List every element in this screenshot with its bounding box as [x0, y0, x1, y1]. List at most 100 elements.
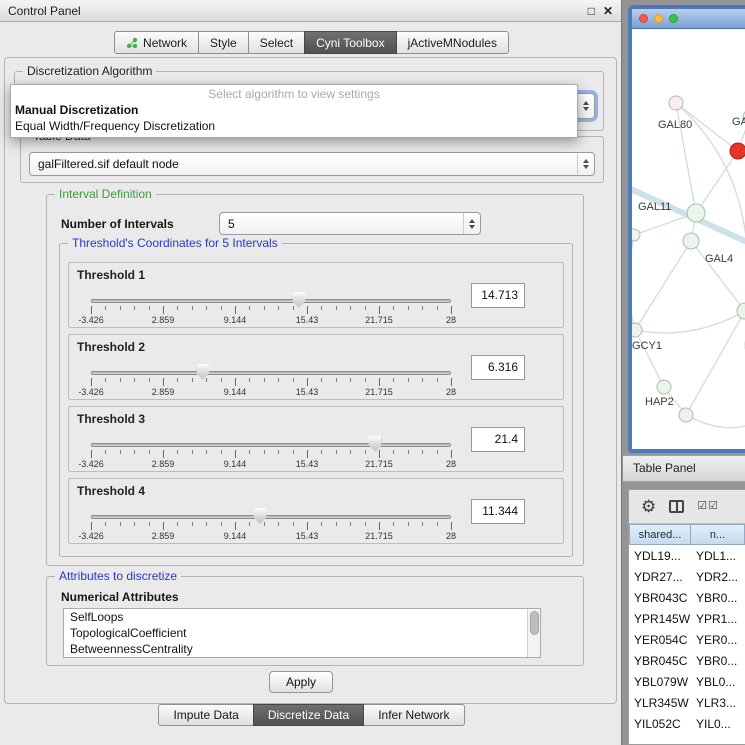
- tick-mark: [321, 306, 322, 310]
- tick-label: 9.144: [224, 387, 247, 397]
- network-window-titlebar[interactable]: [632, 9, 745, 29]
- tick-mark: [134, 378, 135, 382]
- tab-label: Select: [260, 36, 293, 50]
- list-scrollbar[interactable]: [527, 609, 540, 657]
- tick-mark: [365, 522, 366, 526]
- tick-mark: [264, 378, 265, 382]
- numerical-attributes-list[interactable]: SelfLoopsTopologicalCoefficientBetweenne…: [63, 608, 541, 658]
- table-row[interactable]: YBR045CYBR0...: [629, 650, 745, 671]
- tab-cyni-toolbox[interactable]: Cyni Toolbox: [304, 31, 396, 54]
- table-panel-titlebar: Table Panel: [623, 455, 745, 482]
- table-row[interactable]: YBR043CYBR0...: [629, 587, 745, 608]
- tick-mark: [120, 522, 121, 526]
- table-row[interactable]: YBL079WYBL0...: [629, 671, 745, 692]
- select-all-checkboxes-icon[interactable]: ☑☑: [697, 501, 719, 512]
- threshold-panel: Threshold 3 -3.4262.8599.14415.4321.7152…: [68, 406, 564, 472]
- number-of-intervals-label: Number of Intervals: [61, 217, 174, 231]
- attribute-list-item[interactable]: BetweennessCentrality: [64, 641, 540, 657]
- tick-label: 21.715: [365, 315, 393, 325]
- settings-gear-icon[interactable]: ⚙: [641, 498, 656, 515]
- threshold-slider[interactable]: -3.4262.8599.14415.4321.71528: [91, 291, 451, 327]
- threshold-value-field[interactable]: 11.344: [471, 499, 525, 524]
- tab-impute-data[interactable]: Impute Data: [158, 704, 253, 726]
- threshold-value-field[interactable]: 6.316: [471, 355, 525, 380]
- column-header[interactable]: n...: [691, 524, 745, 545]
- apply-button[interactable]: Apply: [269, 671, 333, 693]
- network-canvas[interactable]: GAL80GAGAL11GAL4GCY1HAP2H: [632, 29, 745, 449]
- tick-mark: [422, 306, 423, 310]
- node-label: GAL4: [705, 253, 733, 265]
- threshold-slider[interactable]: -3.4262.8599.14415.4321.71528: [91, 363, 451, 399]
- table-row[interactable]: YDL19...YDL1...: [629, 545, 745, 566]
- tab-infer-network[interactable]: Infer Network: [363, 704, 464, 726]
- threshold-slider[interactable]: -3.4262.8599.14415.4321.71528: [91, 507, 451, 543]
- tick-mark: [379, 378, 380, 386]
- zoom-traffic-light-icon[interactable]: [669, 14, 678, 23]
- network-node[interactable]: [669, 96, 683, 110]
- tick-mark: [206, 306, 207, 310]
- group-title: Threshold's Coordinates for 5 Intervals: [68, 236, 282, 250]
- columns-icon[interactable]: [669, 500, 684, 513]
- tick-mark: [293, 450, 294, 454]
- table-row[interactable]: YPR145WYPR1...: [629, 608, 745, 629]
- threshold-label: Threshold 3: [77, 412, 145, 426]
- threshold-value-field[interactable]: 21.4: [471, 427, 525, 452]
- close-traffic-light-icon[interactable]: [639, 14, 648, 23]
- tab-style[interactable]: Style: [198, 31, 249, 54]
- table-data-combobox[interactable]: galFiltered.sif default node: [29, 152, 595, 176]
- tab-select[interactable]: Select: [248, 31, 305, 54]
- slider-track[interactable]: [91, 515, 451, 519]
- table-row[interactable]: YLR345WYLR3...: [629, 692, 745, 713]
- tab-label: Cyni Toolbox: [316, 36, 384, 50]
- threshold-value-field[interactable]: 14.713: [471, 283, 525, 308]
- table-row[interactable]: YDR27...YDR2...: [629, 566, 745, 587]
- attribute-list-item[interactable]: SelfLoops: [64, 609, 540, 625]
- tab-network[interactable]: Network: [114, 31, 199, 54]
- network-node[interactable]: [657, 380, 671, 394]
- attribute-list-item[interactable]: TopologicalCoefficient: [64, 625, 540, 641]
- tick-mark: [393, 378, 394, 382]
- close-window-icon[interactable]: ✕: [603, 5, 613, 17]
- control-panel-window: Control Panel □ ✕ Network Style Select C…: [0, 0, 622, 745]
- tick-mark: [350, 306, 351, 310]
- network-node[interactable]: [730, 143, 745, 159]
- network-node[interactable]: [687, 204, 705, 222]
- network-node[interactable]: [632, 229, 640, 241]
- tick-mark: [336, 450, 337, 454]
- dropdown-option-manual-discretization[interactable]: Manual Discretization: [11, 102, 577, 118]
- slider-track[interactable]: [91, 371, 451, 375]
- tick-mark: [91, 378, 92, 386]
- threshold-panel: Threshold 4 -3.4262.8599.14415.4321.7152…: [68, 478, 564, 544]
- tab-jactivemodules[interactable]: jActiveMNodules: [396, 31, 509, 54]
- table-row[interactable]: YER054CYER0...: [629, 629, 745, 650]
- tick-label: 2.859: [152, 459, 175, 469]
- slider-track[interactable]: [91, 299, 451, 303]
- minimize-traffic-light-icon[interactable]: [654, 14, 663, 23]
- network-node[interactable]: [632, 323, 642, 337]
- threshold-slider[interactable]: -3.4262.8599.14415.4321.71528: [91, 435, 451, 471]
- tick-label: 2.859: [152, 387, 175, 397]
- slider-track[interactable]: [91, 443, 451, 447]
- tab-label: Style: [210, 36, 237, 50]
- tick-mark: [451, 378, 452, 386]
- tick-label: 28: [446, 387, 456, 397]
- tab-discretize-data[interactable]: Discretize Data: [253, 704, 364, 726]
- control-panel-titlebar: Control Panel □ ✕: [0, 0, 621, 22]
- dropdown-option-equal-width-frequency[interactable]: Equal Width/Frequency Discretization: [11, 118, 577, 134]
- tick-mark: [350, 450, 351, 454]
- float-window-icon[interactable]: □: [588, 5, 595, 17]
- network-node[interactable]: [683, 233, 699, 249]
- table-cell: YDL1...: [691, 549, 736, 563]
- column-header[interactable]: shared...: [629, 524, 691, 545]
- number-of-intervals-combobox[interactable]: 5: [219, 212, 481, 235]
- network-node[interactable]: [679, 408, 693, 422]
- network-node[interactable]: [737, 303, 745, 319]
- tick-label: -3.426: [78, 387, 104, 397]
- tick-mark: [408, 522, 409, 526]
- combo-stepper-icon: [577, 153, 594, 175]
- thresholds-group: Threshold's Coordinates for 5 Intervals …: [59, 243, 573, 557]
- scrollbar-thumb[interactable]: [530, 611, 539, 635]
- table-row[interactable]: YIL052CYIL0...: [629, 713, 745, 734]
- tick-mark: [379, 522, 380, 530]
- network-edge: [686, 311, 745, 415]
